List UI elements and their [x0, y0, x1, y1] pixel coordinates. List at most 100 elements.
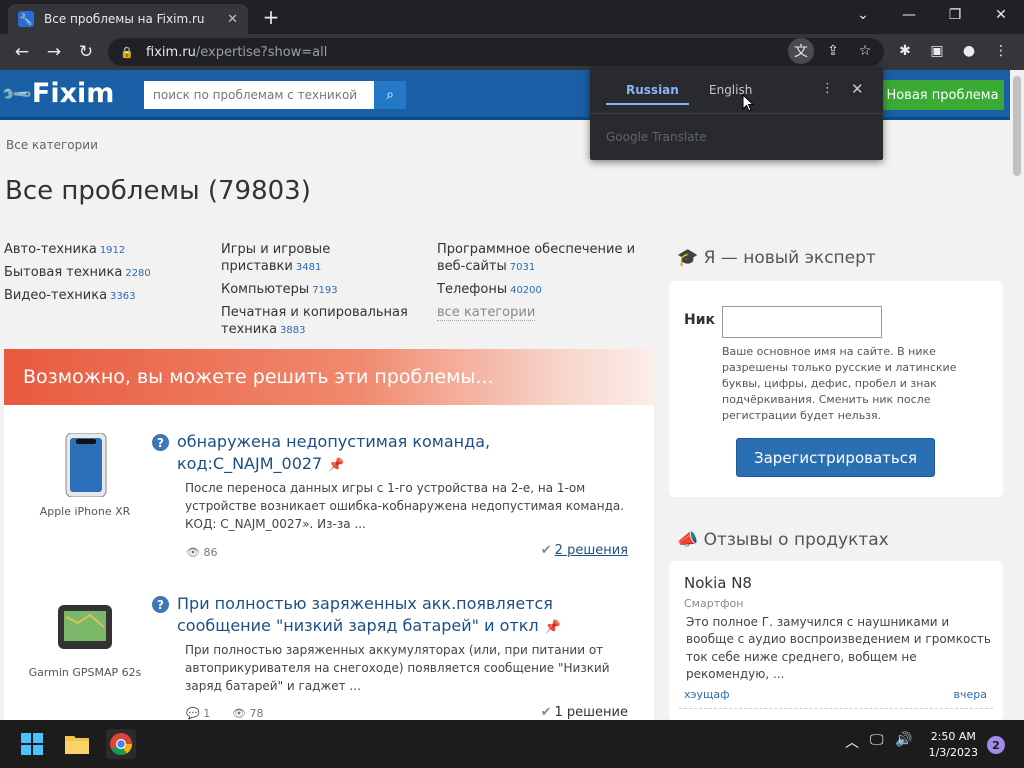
eye-icon: 👁 — [232, 707, 246, 720]
divider — [679, 708, 993, 709]
category-column-2: Игры и игровые приставки 3481 Компьютеры 7… — [221, 242, 431, 344]
category-link[interactable]: Телефоны 40200 — [437, 282, 647, 299]
device-image-iphone[interactable] — [54, 432, 116, 498]
new-expert-header: 🎓 Я — новый эксперт — [677, 248, 876, 268]
minimize-button[interactable]: — — [894, 4, 924, 26]
windows-start-icon[interactable] — [17, 729, 47, 759]
search-icon: ⌕ — [386, 87, 394, 103]
category-link[interactable]: Игры и игровые приставки 3481 — [221, 242, 431, 276]
category-column-3: Программное обеспечение и веб-сайты 7031 … — [437, 242, 647, 328]
category-link[interactable]: Печатная и копировальная техника 3883 — [221, 305, 431, 339]
category-column-1: Авто-техника 1912 Бытовая техника 2280 Вид… — [4, 242, 204, 311]
forward-icon[interactable]: → — [42, 40, 66, 64]
problem-item: Apple iPhone XR ? обнаружена недопустима… — [4, 405, 654, 567]
question-icon: ? — [152, 596, 169, 613]
problem-title-link[interactable]: обнаружена недопустимая команда, код:C_N… — [177, 431, 517, 476]
device-image-gps[interactable] — [54, 597, 116, 661]
url-path: /expertise?show=all — [195, 44, 328, 60]
browser-tab-strip: 🔧 Все проблемы на Fixim.ru ✕ + ⌄ — ❐ ✕ — [0, 0, 1024, 34]
graduation-cap-icon: 🎓 — [677, 248, 699, 268]
solutions-link[interactable]: ✔ 1 решение — [541, 705, 628, 720]
file-explorer-icon[interactable] — [62, 729, 92, 759]
problem-list: Apple iPhone XR ? обнаружена недопустима… — [4, 405, 654, 720]
review-category: Смартфон — [684, 597, 744, 610]
check-icon: ✔ — [540, 543, 552, 558]
web-page: 🔧 Fixim поиск по проблемам с техникой ⌕ Н… — [0, 70, 1010, 720]
browser-toolbar: ← → ↻ 🔒 fixim.ru/expertise?show=all 文 ⇪ … — [0, 34, 1024, 70]
extensions-icon[interactable]: ✱ — [892, 38, 918, 64]
close-tab-icon[interactable]: ✕ — [227, 12, 238, 27]
reviews-header: 📣 Отзывы о продуктах — [677, 530, 889, 550]
new-tab-button[interactable]: + — [260, 5, 282, 29]
url-host: fixim.ru — [146, 44, 196, 60]
mouse-cursor-icon — [742, 93, 755, 112]
search-button[interactable]: ⌕ — [374, 81, 406, 109]
review-date: вчера — [953, 688, 987, 701]
browser-tab[interactable]: 🔧 Все проблемы на Fixim.ru ✕ — [8, 4, 248, 34]
megaphone-icon: 📣 — [677, 530, 699, 550]
share-icon[interactable]: ⇪ — [820, 38, 846, 64]
device-name[interactable]: Garmin GPSMAP 62s — [4, 666, 166, 679]
volume-icon[interactable]: 🔊 — [895, 732, 912, 748]
page-scrollbar[interactable] — [1010, 70, 1024, 720]
scrollbar-thumb[interactable] — [1013, 76, 1021, 176]
back-icon[interactable]: ← — [10, 40, 34, 64]
question-icon: ? — [152, 434, 169, 451]
solutions-link[interactable]: ✔ 2 решения — [541, 543, 628, 558]
device-name[interactable]: Apple iPhone XR — [4, 505, 166, 518]
tab-search-icon[interactable]: ⌄ — [848, 4, 878, 26]
search-input[interactable]: поиск по проблемам с техникой — [144, 81, 374, 109]
system-clock[interactable]: 2:50 AM 1/3/2023 — [929, 729, 978, 761]
lock-icon: 🔒 — [120, 45, 134, 59]
category-link[interactable]: Программное обеспечение и веб-сайты 7031 — [437, 242, 647, 276]
check-icon: ✔ — [540, 705, 552, 720]
new-expert-card: Ник Ваше основное имя на сайте. В нике р… — [669, 281, 1003, 497]
nick-input[interactable] — [722, 306, 882, 338]
translate-close-icon[interactable]: ✕ — [851, 80, 864, 98]
problem-description: После переноса данных игры с 1-го устрой… — [185, 481, 625, 531]
comments-count: 💬 1 — [186, 707, 211, 720]
problem-description: При полностью заряженных аккумуляторах (… — [185, 643, 610, 693]
comment-icon: 💬 — [186, 707, 200, 720]
translate-popup: Russian English ⋮ ✕ Google Translate — [590, 67, 883, 160]
pin-icon: 📌 — [328, 458, 345, 474]
tab-russian[interactable]: Russian — [626, 83, 679, 97]
category-link[interactable]: Авто-техника 1912 — [4, 242, 204, 259]
notification-badge[interactable]: 2 — [987, 736, 1005, 754]
active-tab-underline — [606, 103, 689, 105]
breadcrumb[interactable]: Все категории — [6, 138, 98, 152]
new-problem-button[interactable]: Новая проблема — [881, 80, 1004, 110]
review-card: Nokia N8 Смартфон Это полное Г. замучилс… — [669, 561, 1003, 720]
page-title: Все проблемы (79803) — [5, 176, 311, 206]
site-logo[interactable]: 🔧 Fixim — [0, 76, 114, 111]
category-link[interactable]: Компьютеры 7193 — [221, 282, 431, 299]
reload-icon[interactable]: ↻ — [74, 40, 98, 64]
all-categories-link[interactable]: все категории — [437, 304, 647, 322]
wrench-icon: 🔧 — [0, 76, 34, 111]
side-panel-icon[interactable]: ▣ — [924, 38, 950, 64]
translate-icon[interactable]: 文 — [788, 38, 814, 64]
review-author-link[interactable]: хэущаф — [684, 688, 730, 701]
chevron-up-icon[interactable]: ︿ — [845, 732, 859, 752]
nick-hint: Ваше основное имя на сайте. В нике разре… — [722, 345, 957, 422]
review-text: Это полное Г. замучился с наушниками и в… — [686, 615, 991, 682]
close-window-button[interactable]: ✕ — [986, 4, 1016, 26]
views-count: 👁 78 — [232, 707, 264, 720]
eye-icon: 👁 — [186, 546, 200, 559]
translate-provider: Google Translate — [606, 130, 707, 144]
category-link[interactable]: Видео-техника 3363 — [4, 288, 204, 305]
restore-button[interactable]: ❐ — [940, 4, 970, 26]
review-product-link[interactable]: Nokia N8 — [684, 574, 752, 592]
address-bar[interactable]: 🔒 fixim.ru/expertise?show=all — [108, 38, 884, 66]
translate-options-icon[interactable]: ⋮ — [821, 81, 834, 96]
register-button[interactable]: Зарегистрироваться — [736, 438, 935, 477]
divider — [590, 113, 883, 114]
problem-title-link[interactable]: При полностью заряженных акк.появляется … — [177, 593, 577, 638]
network-icon[interactable]: 🖵 — [870, 732, 884, 748]
menu-kebab-icon[interactable]: ⋮ — [988, 38, 1014, 64]
views-count: 👁 86 — [186, 546, 218, 559]
profile-icon[interactable]: ● — [956, 38, 982, 64]
bookmark-star-icon[interactable]: ☆ — [852, 38, 878, 64]
chrome-icon[interactable] — [106, 729, 136, 759]
category-link[interactable]: Бытовая техника 2280 — [4, 265, 204, 282]
